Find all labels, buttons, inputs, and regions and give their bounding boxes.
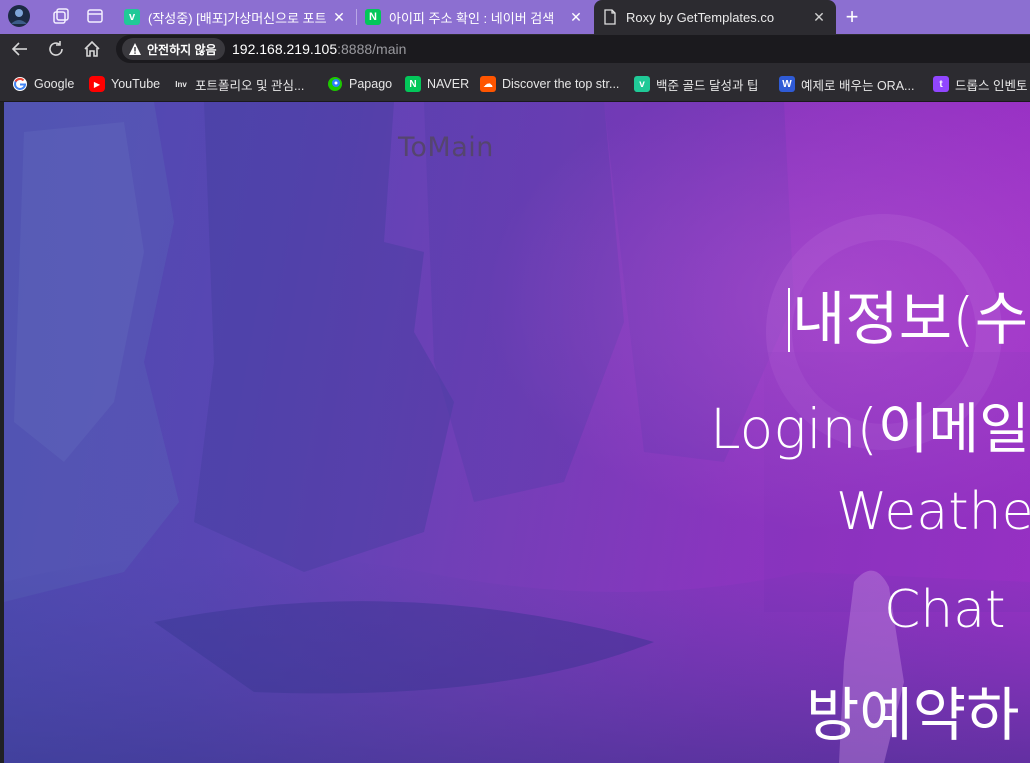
warning-icon [129,43,141,55]
twitch-icon: t [933,76,949,92]
youtube-icon: ▶ [89,76,105,92]
close-icon[interactable]: ✕ [810,8,828,26]
bookmark-label: NAVER [427,77,470,91]
naver-icon: N [405,76,421,92]
naver-icon: N [365,9,381,25]
menu-login[interactable]: Login(이메일 [710,384,1030,464]
bookmark-label: 포트폴리오 및 관심... [195,78,305,93]
bookmark-twitch[interactable]: t 드롭스 인벤토 [933,75,1027,93]
back-arrow-icon[interactable] [7,36,33,62]
menu-room-reservation[interactable]: 방예약하 [806,668,1019,752]
velog-icon: v [634,76,650,92]
close-icon[interactable]: ✕ [567,8,585,26]
menu-my-info[interactable]: 내정보(수 [792,272,1028,356]
tab-strip: v (작성중) [배포]가상머신으로 포트 ✕ N 아이피 주소 확인 : 네이… [0,0,1030,34]
bookmark-oracle[interactable]: W 예제로 배우는 ORA... [779,75,914,93]
tab-velog[interactable]: v (작성중) [배포]가상머신으로 포트 ✕ [116,0,356,34]
url-text[interactable]: 192.168.219.105:8888/main [232,41,406,57]
tomain-link[interactable]: ToMain [398,132,494,163]
new-tab-button[interactable]: + [838,3,866,31]
bookmark-portfolio[interactable]: Inv 포트폴리오 및 관심... [173,75,304,93]
bookmark-baekjoon[interactable]: v 백준 골드 달성과 팁 [634,75,758,93]
page-viewport: ToMain 내정보(수 Login(이메일 Weathe Chat 방예약하 [4,102,1030,763]
bookmark-label: 드롭스 인벤토 [955,78,1028,93]
bookmark-papago[interactable]: Papago [327,75,392,93]
google-icon [12,76,28,92]
address-bar[interactable]: 안전하지 않음 192.168.219.105:8888/main [116,35,1030,63]
browser-toolbar: 안전하지 않음 192.168.219.105:8888/main [0,34,1030,64]
tab-title: 아이피 주소 확인 : 네이버 검색 [389,10,555,26]
tab-actions-icon[interactable] [80,2,110,30]
tab-roxy[interactable]: Roxy by GetTemplates.co ✕ [594,0,836,34]
bookmark-label: Discover the top str... [502,77,620,91]
menu-chat[interactable]: Chat [884,580,1006,640]
home-icon[interactable] [79,36,105,62]
bookmark-label: 백준 골드 달성과 팁 [656,78,759,93]
workspaces-icon[interactable] [46,2,76,30]
velog-icon: v [124,9,140,25]
tab-title: Roxy by GetTemplates.co [626,9,775,25]
bookmark-soundcloud[interactable]: ☁ Discover the top str... [480,75,619,93]
bookmark-label: 예제로 배우는 ORA... [801,78,915,93]
bookmark-google[interactable]: Google [12,75,74,93]
papago-icon [327,76,343,92]
bookmark-label: YouTube [111,77,161,91]
security-indicator[interactable]: 안전하지 않음 [122,38,225,60]
tab-naver-search[interactable]: N 아이피 주소 확인 : 네이버 검색 ✕ [357,0,593,34]
security-label: 안전하지 않음 [147,42,217,57]
reload-icon[interactable] [43,36,69,62]
soundcloud-icon: ☁ [480,76,496,92]
url-path: :8888/main [337,41,407,57]
w-icon: W [779,76,795,92]
bookmark-label: Google [34,77,75,91]
close-icon[interactable]: ✕ [330,8,348,26]
bookmark-label: Papago [349,77,393,91]
investing-icon: Inv [175,79,187,89]
page-icon [602,9,618,25]
menu-weather[interactable]: Weathe [836,482,1030,542]
profile-avatar-icon[interactable] [4,2,34,30]
bookmark-youtube[interactable]: ▶ YouTube [89,75,160,93]
text-cursor [788,288,790,352]
bookmarks-bar: Google ▶ YouTube Inv 포트폴리오 및 관심... Papag… [0,64,1030,102]
bookmark-naver[interactable]: N NAVER [405,75,469,93]
tab-title: (작성중) [배포]가상머신으로 포트 [148,10,327,26]
url-host: 192.168.219.105 [232,41,338,57]
